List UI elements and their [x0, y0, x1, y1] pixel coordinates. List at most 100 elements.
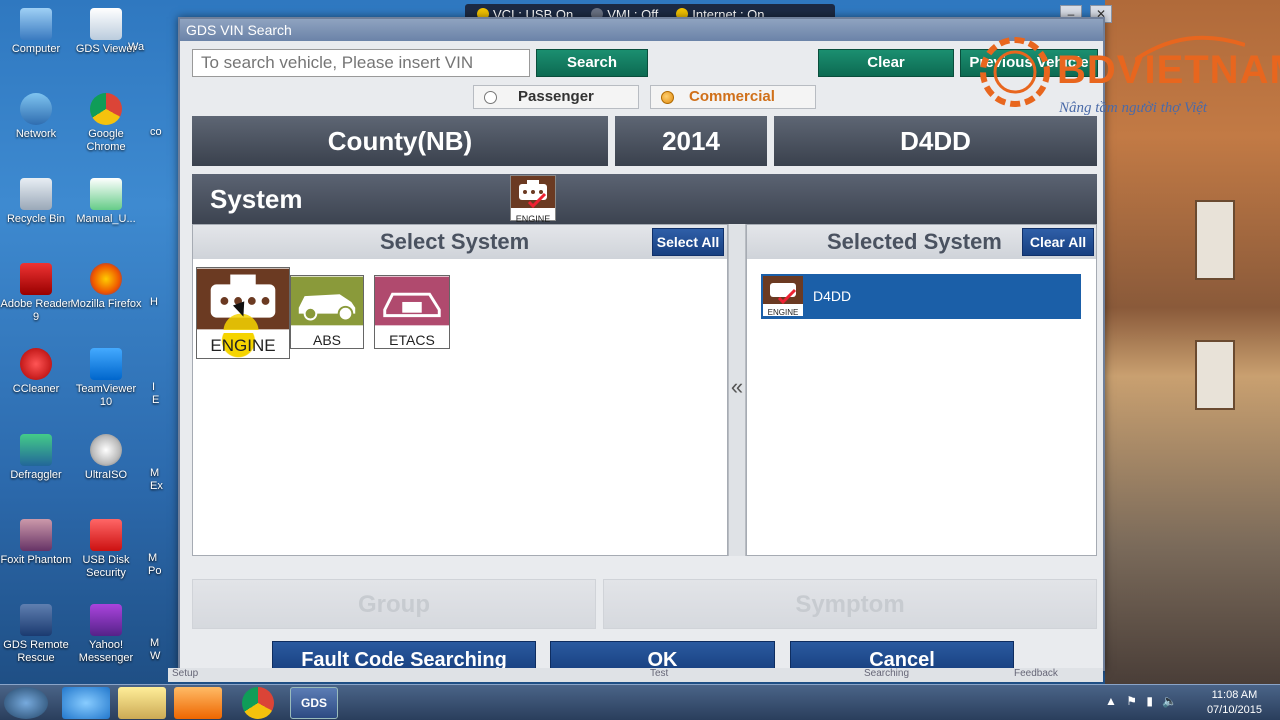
dialog-titlebar[interactable]: GDS VIN Search — [180, 19, 1103, 41]
desktop-icon-manual[interactable]: Manual_U... — [70, 178, 142, 226]
ultraiso-icon — [90, 434, 122, 466]
system-tile-label: ENGINE — [197, 333, 289, 359]
network-icon — [20, 93, 52, 125]
desktop-icon-foxit[interactable]: Foxit Phantom — [0, 519, 72, 567]
defraggler-icon — [20, 434, 52, 466]
vehicle-year-cell[interactable]: 2014 — [615, 116, 767, 166]
ie-taskbar-icon[interactable] — [62, 687, 110, 719]
vin-search-dialog: GDS VIN Search Search Clear Previous Veh… — [178, 17, 1105, 679]
desktop-icon-label: M Po — [148, 552, 162, 577]
searching-tab[interactable]: Searching — [864, 668, 909, 679]
select-all-button[interactable]: Select All — [652, 228, 724, 256]
car-battery-icon — [375, 276, 449, 326]
desktop-icon-label: Recycle Bin — [6, 213, 66, 225]
desktop-icon-partial-mpo[interactable]: M Po — [148, 552, 164, 578]
desktop-icon-partial-ie[interactable]: I E — [152, 381, 164, 407]
selected-system-label: D4DD — [813, 288, 852, 304]
passenger-label: Passenger — [518, 88, 594, 105]
gds-remote-icon — [20, 604, 52, 636]
usb-security-icon — [90, 519, 122, 551]
volume-icon[interactable]: 🔈 — [1162, 694, 1177, 708]
desktop-icon-label: Defraggler — [10, 469, 62, 481]
desktop-icon-label: Mozilla Firefox — [70, 298, 142, 310]
foxit-icon — [20, 519, 52, 551]
select-system-title: Select System — [380, 229, 530, 254]
desktop-icon-partial-h[interactable]: H — [150, 296, 164, 309]
desktop-icon-recycle-bin[interactable]: Recycle Bin — [0, 178, 72, 226]
explorer-taskbar-icon[interactable] — [118, 687, 166, 719]
desktop-icon-adobe-reader[interactable]: Adobe Reader 9 — [0, 263, 72, 324]
photo-window-1 — [1195, 200, 1235, 280]
commercial-radio[interactable]: Commercial — [650, 85, 816, 109]
setup-tab[interactable]: Setup — [172, 668, 198, 679]
firefox-icon — [90, 263, 122, 295]
clock-time: 11:08 AM — [1211, 689, 1258, 701]
desktop-icon-label: GDS Remote Rescue — [3, 639, 69, 664]
desktop-icon-defraggler[interactable]: Defraggler — [0, 434, 72, 482]
vehicle-model-cell[interactable]: County(NB) — [192, 116, 608, 166]
selected-engine-badge: ENGINE — [763, 276, 803, 317]
desktop-icon-label: co — [150, 126, 162, 138]
flag-icon[interactable]: ⚑ — [1126, 694, 1137, 708]
start-button[interactable] — [4, 687, 48, 719]
search-button[interactable]: Search — [536, 49, 648, 77]
desktop-icon-label: Adobe Reader 9 — [0, 298, 72, 323]
photo-window-2 — [1195, 340, 1235, 410]
gds-viewer-icon — [90, 8, 122, 40]
chrome-taskbar-icon[interactable] — [242, 687, 274, 719]
logo-brand-text: BDVIETNAM — [1057, 48, 1280, 92]
clear-all-button[interactable]: Clear All — [1022, 228, 1094, 256]
group-button[interactable]: Group — [192, 579, 596, 629]
battery-icon[interactable]: ▮ — [1146, 694, 1153, 708]
selected-system-item[interactable]: ENGINE D4DD — [761, 274, 1081, 319]
engine-icon — [197, 268, 289, 349]
desktop-icon-partial-co[interactable]: co — [150, 126, 164, 139]
clear-button[interactable]: Clear — [818, 49, 954, 77]
dialog-body: Search Clear Previous Vehicle Passenger … — [180, 41, 1103, 679]
symptom-button[interactable]: Symptom — [603, 579, 1097, 629]
computer-icon — [20, 8, 52, 40]
desktop-icon-chrome[interactable]: Google Chrome — [70, 93, 142, 154]
desktop-icon-label: Google Chrome — [86, 128, 126, 153]
test-tab[interactable]: Test — [650, 668, 668, 679]
taskbar: GDS ▲ ⚑ ▮ 🔈 11:08 AM 07/10/2015 — [0, 684, 1280, 720]
clock-date: 07/10/2015 — [1206, 704, 1262, 716]
desktop-icon-ultraiso[interactable]: UltraISO — [70, 434, 142, 482]
desktop-icon-teamviewer[interactable]: TeamViewer 10 — [70, 348, 142, 409]
system-tray: ▲ ⚑ ▮ 🔈 — [1105, 694, 1195, 712]
vin-search-input[interactable] — [192, 49, 530, 77]
collapse-arrow-icon[interactable]: « — [729, 374, 745, 400]
gds-bottom-strip: Setup Test Searching Feedback — [168, 668, 1103, 682]
desktop-icon-partial-mw[interactable]: M W — [150, 637, 164, 663]
system-tile-abs[interactable]: ABS — [290, 275, 364, 349]
media-player-taskbar-icon[interactable] — [174, 687, 222, 719]
tray-arrow-icon[interactable]: ▲ — [1105, 694, 1117, 708]
desktop-icon-firefox[interactable]: Mozilla Firefox — [70, 263, 142, 311]
desktop-icon-label: UltraISO — [84, 469, 128, 481]
desktop-icon-ccleaner[interactable]: CCleaner — [0, 348, 72, 396]
radio-on-icon — [661, 91, 674, 104]
gear-logo-icon — [980, 37, 1050, 107]
panel-splitter[interactable]: « — [728, 224, 746, 556]
desktop-icon-label: USB Disk Security — [82, 554, 130, 579]
desktop-icon-yahoo[interactable]: Yahoo! Messenger — [70, 604, 142, 665]
desktop-icon-gds-remote[interactable]: GDS Remote Rescue — [0, 604, 72, 665]
desktop-icon-usb-security[interactable]: USB Disk Security — [70, 519, 142, 580]
taskbar-clock[interactable]: 11:08 AM 07/10/2015 — [1207, 688, 1262, 718]
bdvietnam-logo: BDVIETNAM Nâng tầm người thợ Việt — [975, 30, 1280, 125]
passenger-radio[interactable]: Passenger — [473, 85, 639, 109]
desktop-icon-network[interactable]: Network — [0, 93, 72, 141]
desktop-icon-label: M W — [150, 637, 161, 662]
teamviewer-icon — [90, 348, 122, 380]
chrome-icon — [90, 93, 122, 125]
desktop-icon-computer[interactable]: Computer — [0, 8, 72, 56]
commercial-label: Commercial — [689, 88, 775, 105]
system-tile-etacs[interactable]: ETACS — [374, 275, 450, 349]
logo-slogan: Nâng tầm người thợ Việt — [1059, 100, 1208, 116]
manual-shortcut-icon — [90, 178, 122, 210]
desktop-icon-partial-wa[interactable]: Wa — [128, 41, 162, 54]
engine-icon — [763, 276, 803, 305]
feedback-tab[interactable]: Feedback — [1014, 668, 1058, 679]
gds-taskbar-button[interactable]: GDS — [290, 687, 338, 719]
desktop-icon-partial-mex[interactable]: M Ex — [150, 467, 164, 493]
